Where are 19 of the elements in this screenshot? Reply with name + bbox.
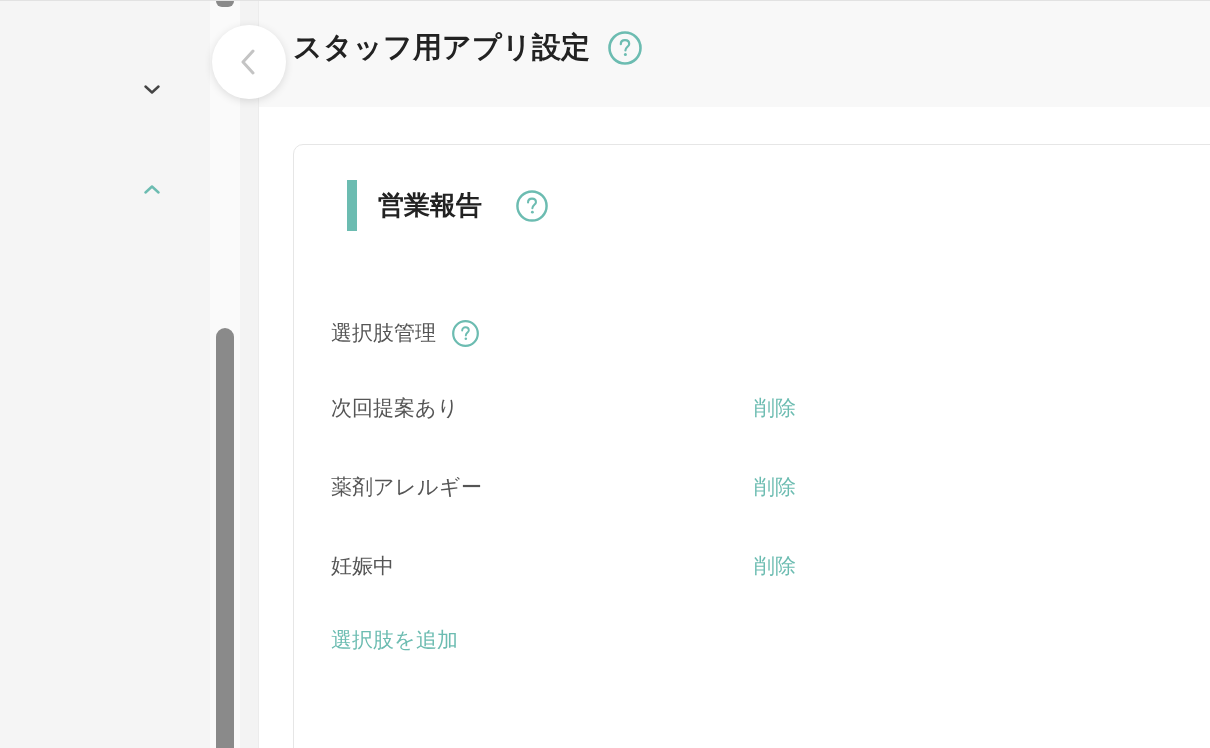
scrollbar-thumb[interactable] bbox=[216, 1, 234, 7]
section-title: 営業報告 bbox=[378, 189, 482, 222]
choice-label: 薬剤アレルギー bbox=[331, 475, 482, 499]
delete-link[interactable]: 削除 bbox=[754, 552, 796, 580]
delete-link[interactable]: 削除 bbox=[754, 394, 796, 422]
chevron-left-icon bbox=[240, 49, 255, 75]
field-label: 選択肢管理 bbox=[331, 320, 436, 347]
help-icon[interactable] bbox=[608, 31, 642, 65]
scrollbar-thumb[interactable] bbox=[216, 328, 234, 748]
add-choice-link[interactable]: 選択肢を追加 bbox=[331, 620, 458, 660]
choice-label: 妊娠中 bbox=[331, 554, 394, 578]
help-icon[interactable] bbox=[516, 189, 548, 222]
choice-label: 次回提案あり bbox=[331, 396, 459, 420]
page-title: スタッフ用アプリ設定 bbox=[293, 29, 590, 66]
chevron-up-icon[interactable] bbox=[144, 185, 160, 194]
accent-bar bbox=[347, 180, 357, 231]
delete-link[interactable]: 削除 bbox=[754, 473, 796, 501]
help-icon[interactable] bbox=[452, 319, 479, 347]
chevron-down-icon[interactable] bbox=[144, 85, 160, 94]
